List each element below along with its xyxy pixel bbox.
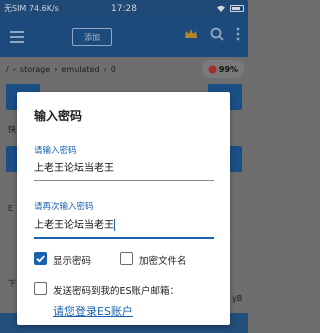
confirm-password-underline	[34, 237, 214, 239]
dialog-title: 输入密码	[34, 109, 83, 123]
tab-add[interactable]: 添加	[72, 28, 112, 46]
background-label: yB	[232, 294, 243, 303]
background-label: E	[8, 204, 14, 213]
search-icon[interactable]	[210, 27, 224, 41]
background-label: 下	[8, 279, 16, 288]
send-email-checkbox[interactable]	[34, 282, 47, 295]
encrypt-filename-checkbox[interactable]	[120, 252, 133, 265]
status-bar: 无SIM 74.6K/s 17:28	[0, 0, 248, 17]
background-label: 快	[8, 125, 16, 134]
battery-icon	[230, 5, 244, 12]
storage-badge[interactable]: 99%	[202, 60, 244, 78]
app-toolbar: 添加	[0, 17, 248, 57]
breadcrumb-item[interactable]: emulated	[62, 65, 100, 74]
breadcrumb-item[interactable]: storage	[20, 65, 50, 74]
menu-icon[interactable]	[10, 31, 24, 43]
toolbar-actions	[184, 27, 240, 41]
status-time: 17:28	[111, 3, 137, 14]
breadcrumb-root[interactable]: /	[6, 65, 9, 74]
check-icon	[36, 255, 45, 263]
login-es-account-link[interactable]: 请您登录ES账户	[53, 303, 133, 319]
password-underline	[34, 180, 214, 181]
crown-icon[interactable]	[184, 28, 198, 40]
password-label: 请输入密码	[34, 146, 77, 156]
show-password-checkbox[interactable]	[34, 252, 47, 265]
confirm-password-input[interactable]	[34, 215, 214, 235]
storage-percent: 99%	[218, 64, 239, 74]
password-dialog: 输入密码 请输入密码 请再次输入密码 显示密码 加密文件名 发送密码到我的ES账…	[17, 92, 230, 325]
encrypt-filename-label[interactable]: 加密文件名	[139, 253, 187, 267]
password-input[interactable]	[34, 158, 214, 178]
show-password-label[interactable]: 显示密码	[53, 253, 91, 267]
text-caret	[114, 219, 115, 231]
breadcrumb-item[interactable]: 0	[111, 65, 116, 74]
more-vert-icon[interactable]	[236, 27, 240, 41]
confirm-password-label: 请再次输入密码	[34, 202, 94, 212]
send-email-label[interactable]: 发送密码到我的ES账户邮箱：	[53, 283, 179, 297]
pie-chart-icon	[208, 64, 217, 74]
